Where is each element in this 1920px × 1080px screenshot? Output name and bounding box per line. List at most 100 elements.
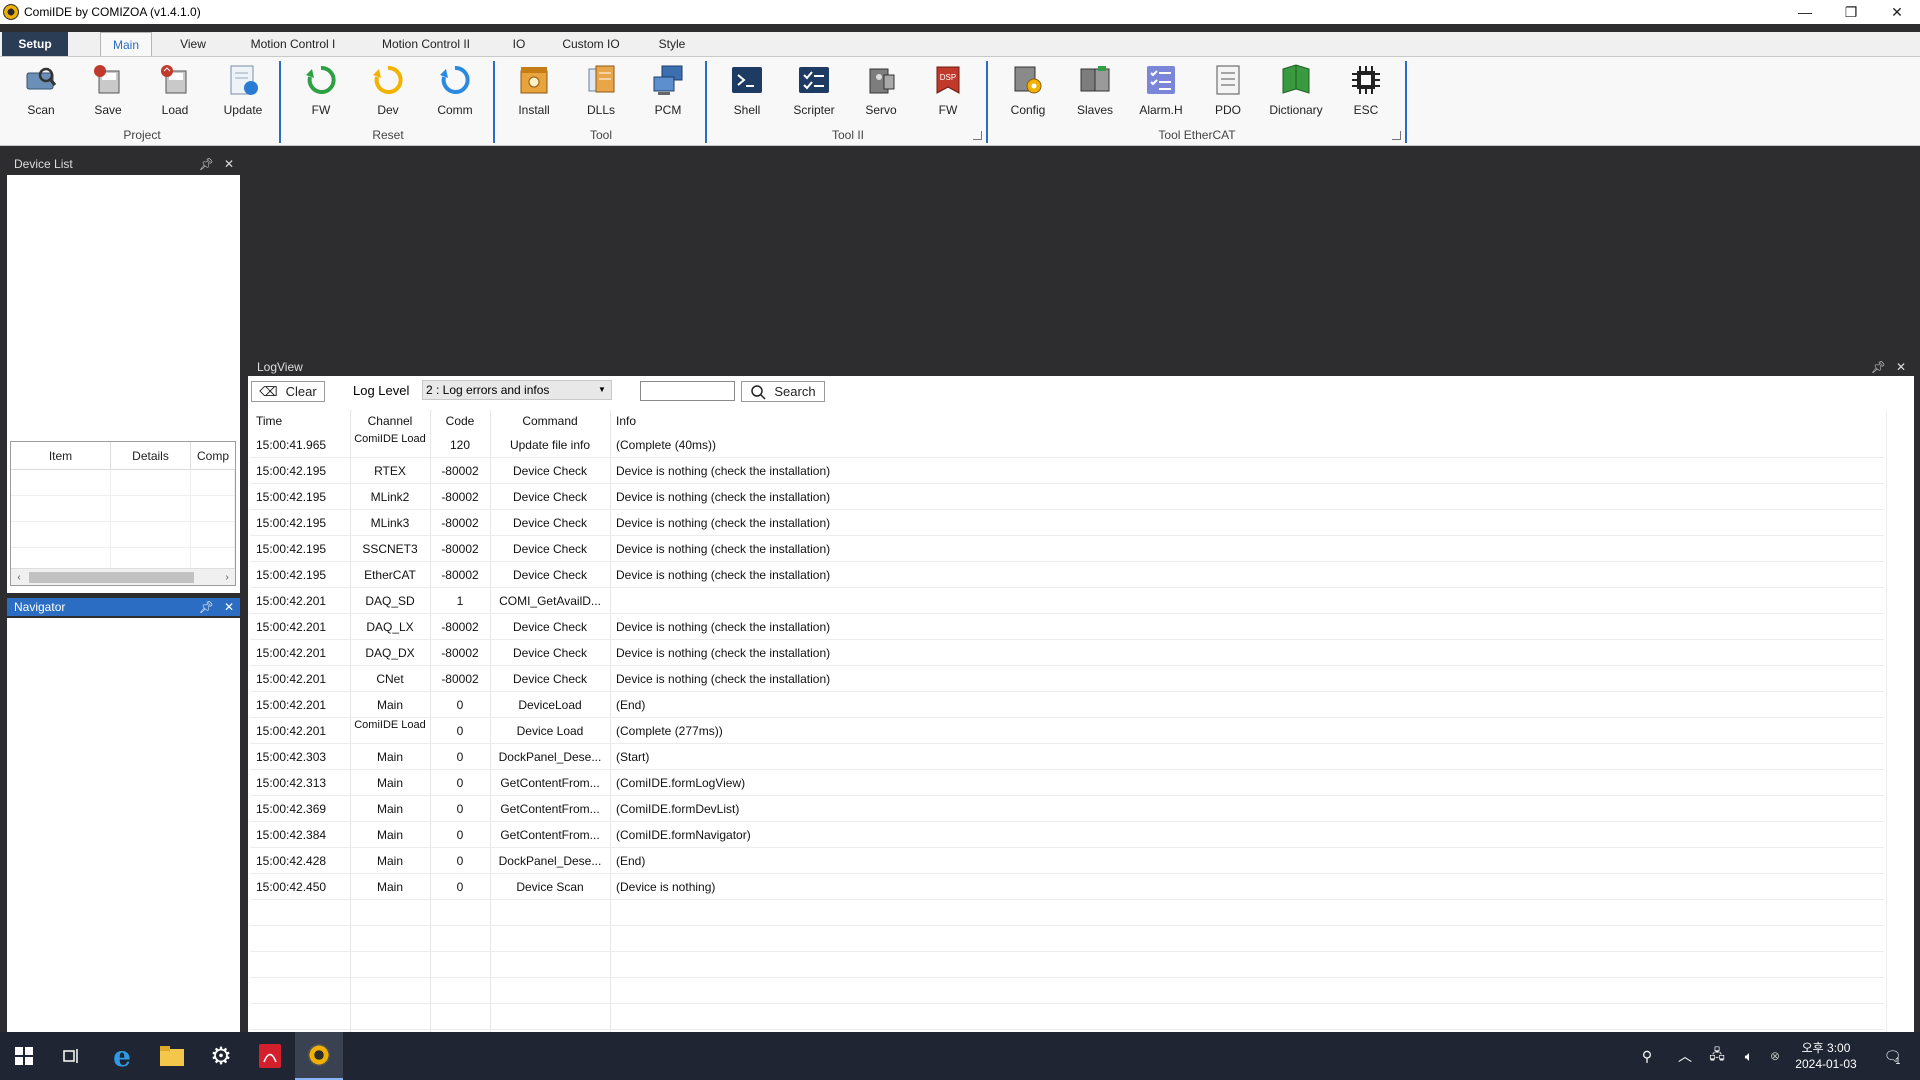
log-row[interactable]: 15:00:42.201 ComiIDE Load 0 Device Load (Com… [250, 718, 1884, 744]
log-level-select[interactable]: 2 : Log errors and infos ▼ [422, 380, 612, 400]
tab-main[interactable]: Main [100, 32, 152, 57]
log-cell-time: 15:00:42.201 [256, 698, 327, 712]
pin-icon[interactable]: 📌︎ [1871, 358, 1886, 376]
log-row[interactable]: 15:00:42.201 Main 0 DeviceLoad (End) [250, 692, 1884, 718]
scripter-button[interactable]: Scripter [784, 63, 844, 121]
scan-button[interactable]: Scan [11, 63, 71, 121]
ribbon: Scan Save Load Update Project FW Dev Com… [0, 56, 1920, 146]
log-row[interactable]: 15:00:42.201 DAQ_LX -80002 Device Check Devi… [250, 614, 1884, 640]
close-icon[interactable]: ✕ [224, 155, 234, 173]
log-row[interactable]: 15:00:42.201 DAQ_DX -80002 Device Check Devi… [250, 640, 1884, 666]
tab-motion-control-2[interactable]: Motion Control II [370, 32, 482, 57]
minimize-button[interactable]: — [1782, 0, 1828, 24]
shell-button[interactable]: Shell [717, 63, 777, 121]
tab-io[interactable]: IO [502, 32, 536, 57]
taskbar-clock[interactable]: 오후 3:00 2024-01-03 [1786, 1040, 1866, 1072]
log-row[interactable]: 15:00:42.384 Main 0 GetContentFrom... (ComiI… [250, 822, 1884, 848]
log-cell-time: 15:00:42.428 [256, 854, 327, 868]
tab-view[interactable]: View [168, 32, 218, 57]
volume-icon[interactable]: 🔈︎ [1734, 1032, 1764, 1080]
network-icon[interactable]: 🖧︎ [1702, 1032, 1732, 1080]
column-time[interactable]: Time [256, 414, 282, 428]
update-button[interactable]: Update [213, 63, 273, 121]
column-details[interactable]: Details [111, 442, 191, 469]
log-cell-channel: Main [376, 802, 403, 816]
install-button[interactable]: Install [504, 63, 564, 121]
people-icon[interactable]: ⚲ [1630, 1032, 1664, 1080]
column-info[interactable]: Info [616, 414, 636, 428]
tab-style[interactable]: Style [646, 32, 698, 57]
column-comp[interactable]: Comp [191, 442, 235, 469]
dev-reset-button[interactable]: Dev [358, 63, 418, 121]
config-button[interactable]: Config [998, 63, 1058, 121]
ime-icon[interactable]: ⊗ [1763, 1032, 1787, 1080]
tab-custom-io[interactable]: Custom IO [555, 32, 627, 57]
column-command[interactable]: Command [490, 414, 610, 428]
load-button[interactable]: Load [145, 63, 205, 121]
scrollbar-thumb[interactable] [29, 572, 194, 583]
file-explorer-button[interactable] [148, 1032, 196, 1080]
tab-motion-control-1[interactable]: Motion Control I [238, 32, 348, 57]
log-cell-code: 0 [456, 698, 464, 712]
save-button[interactable]: Save [78, 63, 138, 121]
log-cell-channel: MLink2 [370, 490, 410, 504]
log-row[interactable]: 15:00:42.428 Main 0 DockPanel_Dese... (End) [250, 848, 1884, 874]
scroll-left-icon[interactable]: ‹ [11, 569, 27, 586]
close-button[interactable]: ✕ [1874, 0, 1920, 24]
dsp-fw-button[interactable]: DSP FW [918, 63, 978, 121]
esc-button[interactable]: ESC [1336, 63, 1396, 121]
close-icon[interactable]: ✕ [224, 598, 234, 616]
log-cell-command: GetContentFrom... [500, 802, 600, 816]
log-row[interactable]: 15:00:42.195 RTEX -80002 Device Check Device… [250, 458, 1884, 484]
log-row[interactable]: 15:00:42.201 DAQ_SD 1 COMI_GetAvailD... [250, 588, 1884, 614]
pcm-button[interactable]: PCM [638, 63, 698, 121]
show-hidden-icons[interactable]: ︿ [1670, 1032, 1700, 1080]
comm-reset-button[interactable]: Comm [425, 63, 485, 121]
vertical-scrollbar[interactable] [1886, 410, 1904, 1032]
search-button[interactable]: Search [741, 381, 825, 402]
column-code[interactable]: Code [430, 414, 490, 428]
tool-ethercat-launcher[interactable] [1392, 131, 1401, 140]
servo-button[interactable]: Servo [851, 63, 911, 121]
dictionary-button[interactable]: Dictionary [1266, 63, 1326, 121]
tab-setup[interactable]: Setup [2, 32, 68, 57]
acrobat-button[interactable] [246, 1032, 294, 1080]
dlls-button[interactable]: DLLs [571, 63, 631, 121]
alarm-history-button[interactable]: Alarm.H [1131, 63, 1191, 121]
settings-button[interactable]: ⚙ [197, 1032, 245, 1080]
gear-icon: ⚙ [210, 1042, 232, 1070]
restore-button[interactable]: ❐ [1828, 0, 1874, 24]
start-button[interactable] [0, 1032, 48, 1080]
log-row[interactable]: 15:00:41.965 ComiIDE Load 120 Update file i… [250, 432, 1884, 458]
column-channel[interactable]: Channel [350, 414, 430, 428]
close-icon[interactable]: ✕ [1896, 358, 1906, 376]
log-cell-command: DeviceLoad [518, 698, 582, 712]
column-item[interactable]: Item [11, 442, 111, 469]
log-row[interactable]: 15:00:42.303 Main 0 DockPanel_Dese... (Start… [250, 744, 1884, 770]
comiide-taskbar-button[interactable] [295, 1032, 343, 1080]
search-input[interactable] [640, 381, 735, 401]
log-cell-channel: EtherCAT [364, 568, 416, 582]
clear-button[interactable]: ⌫ Clear [251, 381, 325, 402]
log-row[interactable]: 15:00:42.195 EtherCAT -80002 Device Check De… [250, 562, 1884, 588]
pin-icon[interactable]: 📌︎ [199, 155, 214, 173]
log-row[interactable]: 15:00:42.450 Main 0 Device Scan (Device is n… [250, 874, 1884, 900]
fw-reset-button[interactable]: FW [291, 63, 351, 121]
log-cell-info: (ComiIDE.formLogView) [616, 776, 746, 790]
shell-label: Shell [733, 103, 761, 117]
slaves-button[interactable]: Slaves [1065, 63, 1125, 121]
tool-2-launcher[interactable] [973, 131, 982, 140]
log-row[interactable]: 15:00:42.195 MLink2 -80002 Device Check Devi… [250, 484, 1884, 510]
horizontal-scrollbar[interactable]: ‹ › [11, 568, 235, 585]
pdo-button[interactable]: PDO [1198, 63, 1258, 121]
scroll-right-icon[interactable]: › [219, 569, 235, 586]
log-row[interactable]: 15:00:42.195 SSCNET3 -80002 Device Check Dev… [250, 536, 1884, 562]
log-row[interactable]: 15:00:42.201 CNet -80002 Device Check Device… [250, 666, 1884, 692]
pin-icon[interactable]: 📌︎ [199, 598, 214, 616]
edge-taskbar-button[interactable]: e [98, 1032, 146, 1080]
log-row[interactable]: 15:00:42.313 Main 0 GetContentFrom... (ComiI… [250, 770, 1884, 796]
task-view-button[interactable] [48, 1032, 96, 1080]
log-row[interactable]: 15:00:42.369 Main 0 GetContentFrom... (ComiI… [250, 796, 1884, 822]
log-row[interactable]: 15:00:42.195 MLink3 -80002 Device Check Devi… [250, 510, 1884, 536]
notification-button[interactable]: 🗨︎ 1 [1872, 1032, 1912, 1080]
